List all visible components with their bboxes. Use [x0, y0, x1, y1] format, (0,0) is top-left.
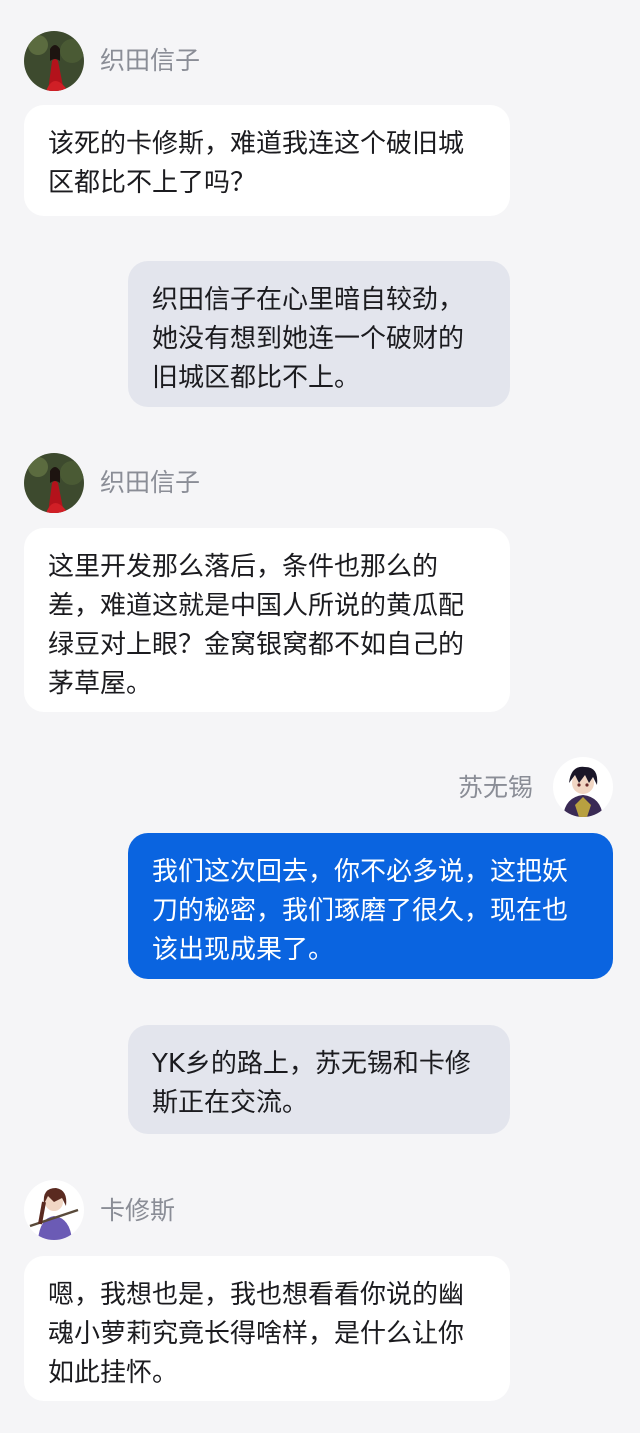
- red-dress-woman-avatar-icon: [24, 31, 84, 91]
- avatar-oda-nobuko[interactable]: [24, 453, 84, 513]
- narration-bubble[interactable]: 织田信子在心里暗自较劲，她没有想到她连一个破财的旧城区都比不上。: [128, 261, 510, 407]
- sender-name: 织田信子: [100, 468, 201, 497]
- sender-name: 苏无锡: [458, 773, 534, 802]
- message-bubble[interactable]: 该死的卡修斯，难道我连这个破旧城区都比不上了吗？: [24, 105, 510, 216]
- sender-name: 卡修斯: [100, 1196, 176, 1225]
- avatar-su-wuxi[interactable]: [553, 757, 613, 817]
- avatar-oda-nobuko[interactable]: [24, 31, 84, 91]
- message-bubble-self[interactable]: 我们这次回去，你不必多说，这把妖刀的秘密，我们琢磨了很久，现在也该出现成果了。: [128, 833, 613, 979]
- red-dress-woman-avatar-icon: [24, 453, 84, 513]
- chat-area: 织田信子 该死的卡修斯，难道我连这个破旧城区都比不上了吗？ 织田信子在心里暗自较…: [0, 0, 640, 1433]
- sender-name: 织田信子: [100, 46, 201, 75]
- narration-bubble[interactable]: YK乡的路上，苏无锡和卡修斯正在交流。: [128, 1025, 510, 1134]
- anime-man-avatar-icon: [553, 757, 613, 817]
- avatar-cassius[interactable]: [24, 1180, 84, 1240]
- message-bubble[interactable]: 这里开发那么落后，条件也那么的差，难道这就是中国人所说的黄瓜配绿豆对上眼？金窝银…: [24, 528, 510, 712]
- purple-swordsman-avatar-icon: [24, 1180, 84, 1240]
- message-bubble[interactable]: 嗯，我想也是，我也想看看你说的幽魂小萝莉究竟长得啥样，是什么让你如此挂怀。: [24, 1256, 510, 1401]
